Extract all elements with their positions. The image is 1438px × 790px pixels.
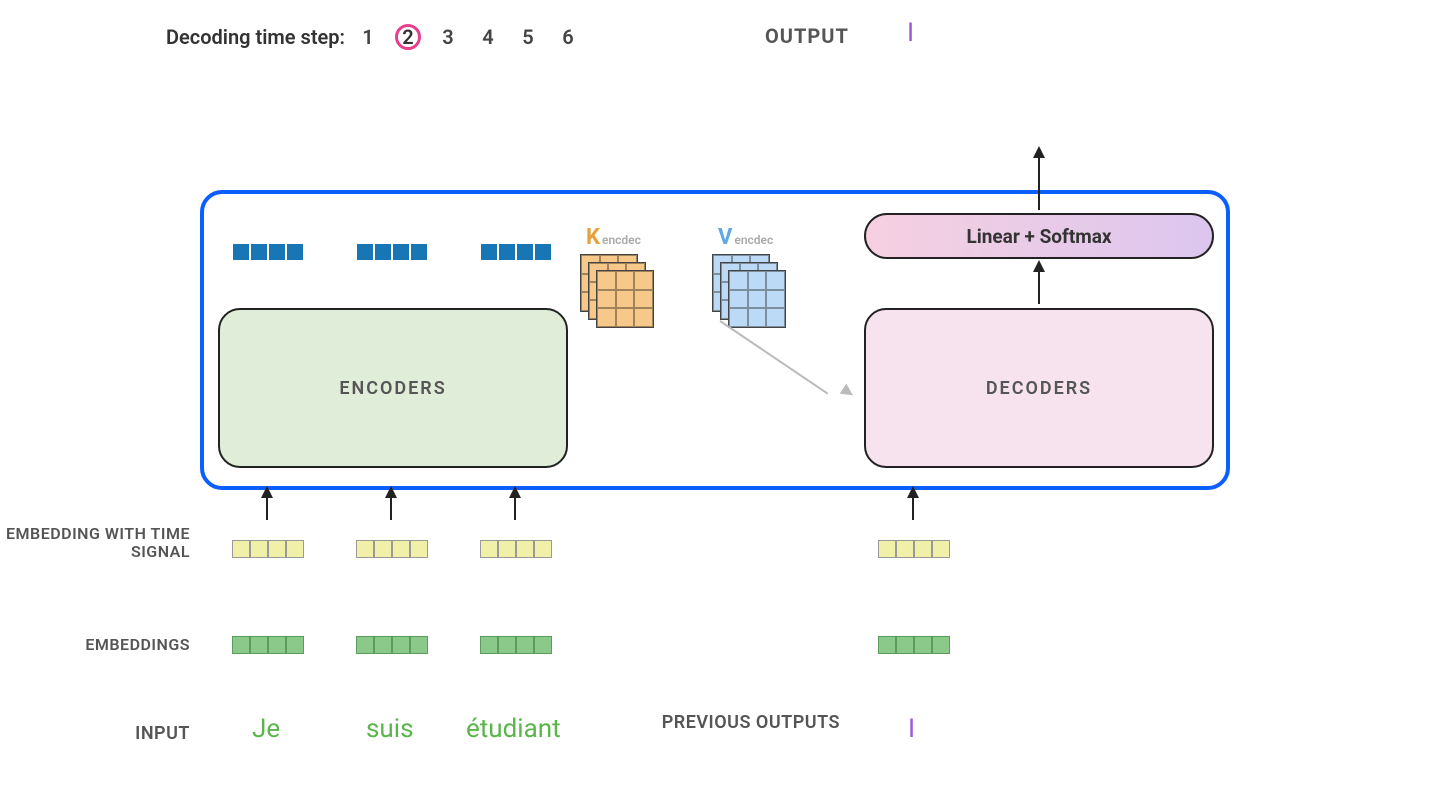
softmax-label: Linear + Softmax [966, 225, 1111, 248]
arrow-head-up [1033, 146, 1045, 158]
label-embedding-time-signal: EMBEDDING WITH TIME SIGNAL [0, 525, 190, 562]
input-word-2: suis [366, 714, 414, 744]
embed-time-vec-decoder [878, 540, 950, 558]
decoders-label: DECODERS [986, 378, 1092, 399]
k-subscript: encdec [602, 233, 641, 247]
arrow-stem [1038, 156, 1040, 210]
v-symbol: V [718, 225, 732, 250]
v-subscript: encdec [734, 233, 773, 247]
v-encdec-label: Vencdec [718, 225, 773, 250]
output-value: I [907, 18, 914, 48]
label-embeddings: EMBEDDINGS [0, 636, 190, 654]
time-step-1: 1 [355, 24, 381, 50]
prev-output-word-1: I [908, 714, 915, 744]
linear-softmax-box: Linear + Softmax [864, 213, 1214, 259]
time-step-4: 4 [475, 24, 501, 50]
input-word-1: Je [252, 714, 280, 744]
arrow-stem [1038, 270, 1040, 304]
arrow-stem [390, 496, 392, 520]
embed-vec-3 [480, 636, 552, 654]
input-word-3: étudiant [466, 714, 561, 744]
time-step-3: 3 [435, 24, 461, 50]
label-previous-outputs: PREVIOUS OUTPUTS [640, 712, 840, 734]
arrow-stem [912, 496, 914, 520]
time-step-6: 6 [555, 24, 581, 50]
diagram-canvas: Decoding time step: 1 2 3 4 5 6 OUTPUT I… [0, 0, 1438, 790]
encoder-out-vec-3 [480, 243, 552, 261]
arrow-head-up [385, 486, 397, 498]
encoders-box: ENCODERS [218, 308, 568, 468]
time-step-5: 5 [515, 24, 541, 50]
embed-vec-1 [232, 636, 304, 654]
embed-time-vec-3 [480, 540, 552, 558]
encoder-out-vec-1 [232, 243, 304, 261]
time-step-2-current: 2 [395, 24, 421, 50]
decoders-box: DECODERS [864, 308, 1214, 468]
output-label: OUTPUT [765, 24, 849, 48]
time-steps: 1 2 3 4 5 6 [355, 24, 581, 50]
encoder-out-vec-2 [356, 243, 428, 261]
embed-vec-decoder [878, 636, 950, 654]
embed-time-vec-2 [356, 540, 428, 558]
time-step-label: Decoding time step: [166, 25, 345, 49]
k-encdec-label: Kencdec [586, 225, 641, 250]
arrow-head-up [509, 486, 521, 498]
encoders-label: ENCODERS [339, 378, 446, 399]
label-input: INPUT [0, 724, 190, 745]
arrow-head-up [261, 486, 273, 498]
embed-vec-2 [356, 636, 428, 654]
arrow-stem [266, 496, 268, 520]
arrow-stem [514, 496, 516, 520]
arrow-head-up [1033, 260, 1045, 272]
embed-time-vec-1 [232, 540, 304, 558]
arrow-head-up [907, 486, 919, 498]
k-symbol: K [586, 225, 600, 250]
encoder-output-vectors [232, 243, 552, 261]
